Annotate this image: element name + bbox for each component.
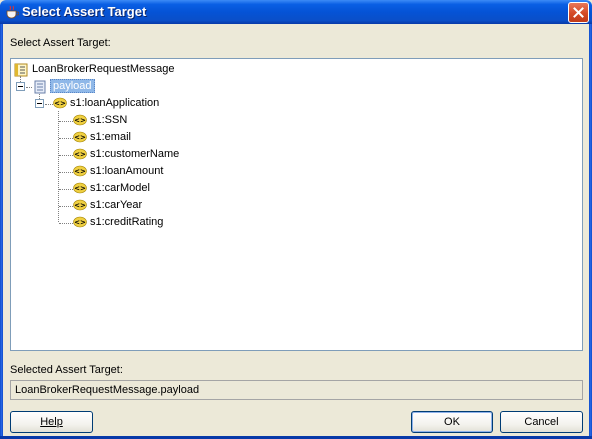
tree-connector — [59, 189, 73, 190]
window-title: Select Assert Target — [22, 4, 147, 19]
svg-text:<>: <> — [74, 202, 86, 210]
assert-target-tree[interactable]: LoanBrokerRequestMessage payload <> s1:l… — [10, 58, 583, 351]
tree-connector — [59, 138, 73, 139]
tree-node-loan-application[interactable]: <> s1:loanApplication — [53, 96, 213, 112]
svg-text:<>: <> — [74, 168, 86, 176]
xml-element-icon: <> — [73, 182, 87, 194]
tree-node-child[interactable]: <> s1:creditRating — [73, 215, 223, 231]
svg-text:<>: <> — [74, 185, 86, 193]
tree-node-child[interactable]: <> s1:customerName — [73, 147, 223, 163]
message-icon — [14, 63, 28, 77]
cancel-button[interactable]: Cancel — [500, 411, 583, 433]
xml-element-icon: <> — [73, 199, 87, 211]
xml-element-icon: <> — [73, 216, 87, 228]
cancel-button-label: Cancel — [524, 416, 559, 428]
tree-node-child[interactable]: <> s1:carModel — [73, 181, 223, 197]
svg-text:<>: <> — [74, 219, 86, 227]
tree-node-child[interactable]: <> s1:loanAmount — [73, 164, 223, 180]
tree-node-child[interactable]: <> s1:SSN — [73, 113, 223, 129]
tree-node-child-label: s1:email — [90, 131, 131, 143]
ok-button-label: OK — [444, 416, 460, 428]
tree-node-child-label: s1:customerName — [90, 148, 180, 160]
tree-node-child-label: s1:SSN — [90, 114, 128, 126]
tree-node-root-label: LoanBrokerRequestMessage — [32, 63, 175, 75]
svg-text:<>: <> — [74, 151, 86, 159]
tree-node-child[interactable]: <> s1:carYear — [73, 198, 223, 214]
title-bar[interactable]: Select Assert Target — [0, 0, 592, 24]
tree-node-child[interactable]: <> s1:email — [73, 130, 223, 146]
close-button[interactable] — [568, 2, 589, 23]
tree-node-child-label: s1:loanAmount — [90, 165, 164, 177]
tree-connector — [26, 87, 32, 88]
help-button-label: Help — [40, 416, 63, 428]
tree-connector — [59, 155, 73, 156]
tree-connector — [45, 104, 53, 105]
tree-connector — [59, 172, 73, 173]
tree-node-child-label: s1:carYear — [90, 199, 143, 211]
svg-text:<>: <> — [74, 134, 86, 142]
xml-element-icon: <> — [73, 114, 87, 126]
tree-node-payload[interactable]: payload — [33, 79, 153, 95]
tree-connector — [59, 206, 73, 207]
help-button[interactable]: Help — [10, 411, 93, 433]
svg-text:<>: <> — [54, 100, 66, 108]
tree-node-loan-application-label: s1:loanApplication — [70, 97, 160, 109]
tree-node-root[interactable]: LoanBrokerRequestMessage — [14, 62, 214, 78]
xml-element-icon: <> — [73, 165, 87, 177]
svg-text:<>: <> — [74, 117, 86, 125]
tree-node-payload-label: payload — [50, 79, 95, 93]
coffee-cup-icon — [6, 5, 19, 19]
tree-label: Select Assert Target: — [10, 37, 111, 49]
selected-target-label: Selected Assert Target: — [10, 364, 123, 376]
tree-node-child-label: s1:carModel — [90, 182, 150, 194]
tree-connector — [59, 121, 73, 122]
xml-element-icon: <> — [73, 148, 87, 160]
payload-collapse-toggle[interactable] — [16, 82, 25, 91]
select-assert-target-dialog: Select Assert Target Select Assert Targe… — [0, 0, 592, 439]
part-icon — [34, 80, 46, 94]
xml-element-icon: <> — [53, 97, 67, 109]
loan-application-collapse-toggle[interactable] — [35, 99, 44, 108]
window-frame-left — [0, 24, 3, 439]
ok-button[interactable]: OK — [411, 411, 493, 433]
selected-target-field: LoanBrokerRequestMessage.payload — [10, 380, 583, 400]
close-icon — [573, 7, 584, 18]
tree-node-child-label: s1:creditRating — [90, 216, 164, 228]
xml-element-icon: <> — [73, 131, 87, 143]
tree-connector — [59, 223, 73, 224]
